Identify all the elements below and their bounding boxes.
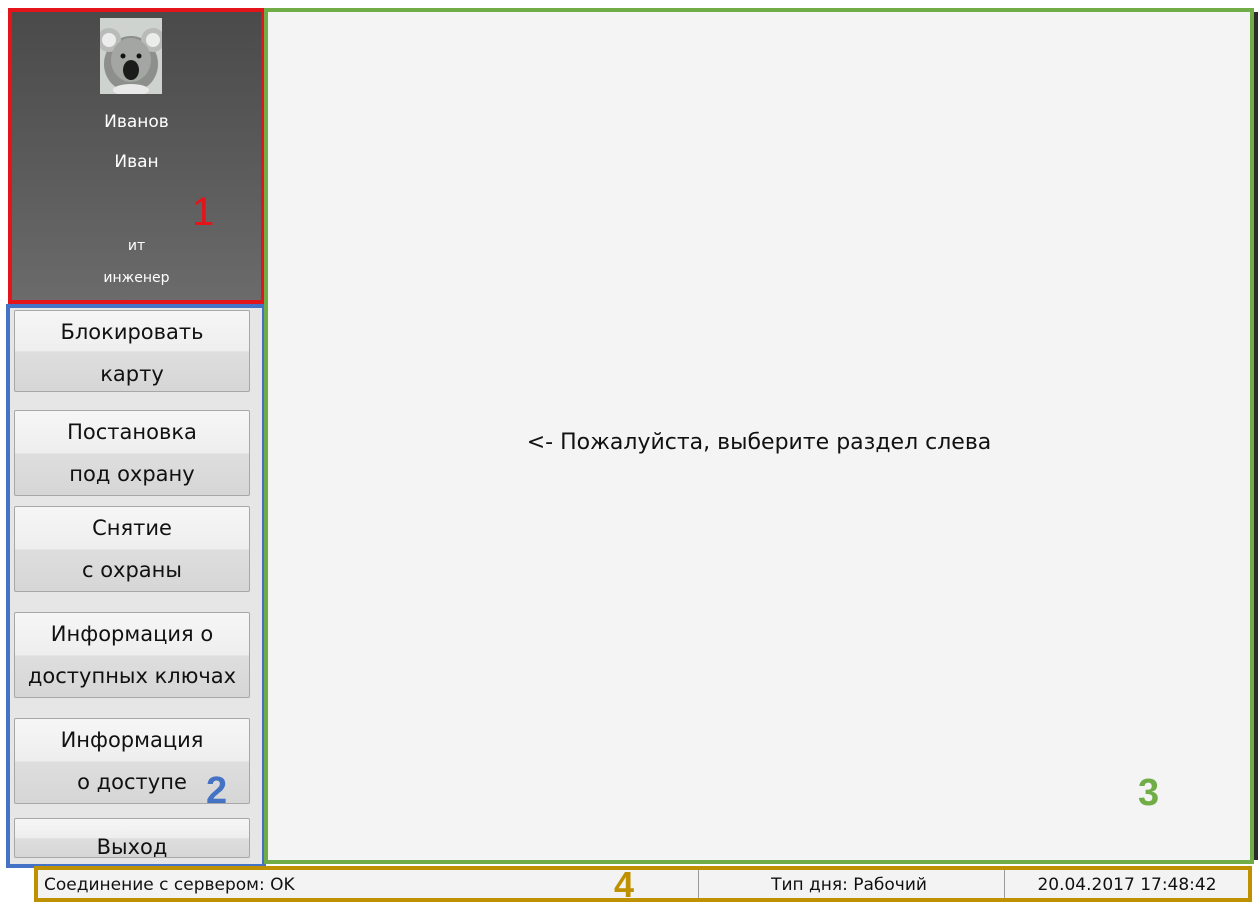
- region-label-2: 2: [206, 770, 228, 812]
- available-keys-info-button[interactable]: Информация о доступных ключах: [14, 612, 250, 698]
- status-bar: Соединение с сервером: OK 4 Тип дня: Раб…: [34, 864, 1252, 905]
- access-info-button-label-1: Информация: [60, 728, 204, 752]
- exit-button-label: Выход: [96, 835, 168, 858]
- available-keys-info-button-label-2: доступных ключах: [27, 664, 237, 688]
- user-first-name: Иван: [114, 152, 159, 172]
- available-keys-info-button-label-1: Информация о: [50, 622, 214, 646]
- day-type-status: Тип дня: Рабочий: [698, 870, 999, 898]
- main-content-area: <- Пожалуйста, выберите раздел слева 3: [264, 8, 1258, 864]
- user-profile-panel: Иванов Иван ит инженер 1: [8, 8, 265, 304]
- sidebar-menu: Блокировать карту Постановка под охрану …: [6, 304, 266, 868]
- datetime-status: 20.04.2017 17:48:42: [1004, 870, 1249, 898]
- block-card-button[interactable]: Блокировать карту: [14, 310, 250, 392]
- user-position: инженер: [103, 270, 170, 286]
- block-card-button-label-1: Блокировать: [60, 320, 204, 344]
- region-label-4: 4: [614, 864, 635, 905]
- arm-security-button-label-1: Постановка: [67, 420, 197, 444]
- disarm-security-button[interactable]: Снятие с охраны: [14, 506, 250, 592]
- disarm-security-button-label-2: с охраны: [81, 558, 182, 582]
- user-department: ит: [127, 238, 146, 254]
- koala-avatar-icon: [100, 18, 162, 94]
- arm-security-button-label-2: под охрану: [69, 462, 195, 486]
- region-label-3: 3: [1138, 772, 1160, 814]
- region-label-1: 1: [192, 190, 215, 234]
- disarm-security-button-label-1: Снятие: [92, 516, 172, 540]
- exit-button[interactable]: Выход: [14, 818, 250, 858]
- connection-status: Соединение с сервером: OK: [44, 875, 295, 895]
- main-area-edge: [1254, 12, 1258, 860]
- block-card-button-label-2: карту: [100, 362, 164, 386]
- arm-security-button[interactable]: Постановка под охрану: [14, 410, 250, 496]
- user-last-name: Иванов: [104, 112, 169, 132]
- select-section-hint: <- Пожалуйста, выберите раздел слева: [526, 430, 992, 455]
